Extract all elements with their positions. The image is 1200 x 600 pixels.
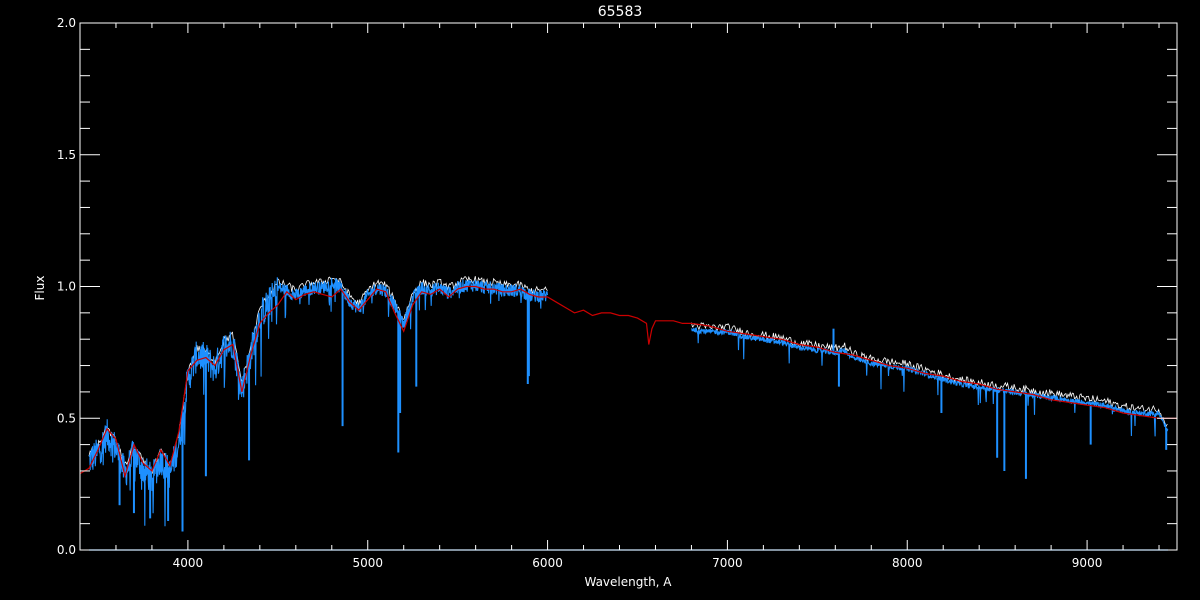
x-tick-label: 9000 [1072,556,1103,570]
x-axis-title: Wavelength, A [584,575,672,589]
spectrum-plot: 65583 Wavelength, A Flux 4000 5000 6000 700… [0,0,1200,600]
observed-segment-0 [88,277,549,527]
x-tick-label: 4000 [173,556,204,570]
y-tick-label: 0.0 [57,543,76,557]
x-tick-label: 5000 [352,556,383,570]
observed-segment-1 [691,327,1169,437]
series-layer [79,275,1177,551]
observed-white-segment-0 [88,275,548,475]
chart-title: 65583 [598,4,643,20]
y-tick-label: 1.0 [57,280,76,294]
x-tick-label: 8000 [892,556,923,570]
y-tick-label: 1.5 [57,148,76,162]
plot-canvas: 65583 Wavelength, A Flux 4000 5000 6000 700… [33,4,1178,589]
y-tick-label: 0.5 [57,411,76,425]
tick-layer: 4000 5000 6000 7000 8000 9000 0.0 0.5 1.0 1.5 2.0 [57,16,1177,570]
model-series-line [79,285,1177,479]
x-tick-label: 7000 [712,556,743,570]
y-axis-title: Flux [33,276,47,301]
axes-frame [79,22,1178,551]
plot-frame [79,22,1178,551]
y-tick-label: 2.0 [57,16,76,30]
x-tick-label: 6000 [532,556,563,570]
